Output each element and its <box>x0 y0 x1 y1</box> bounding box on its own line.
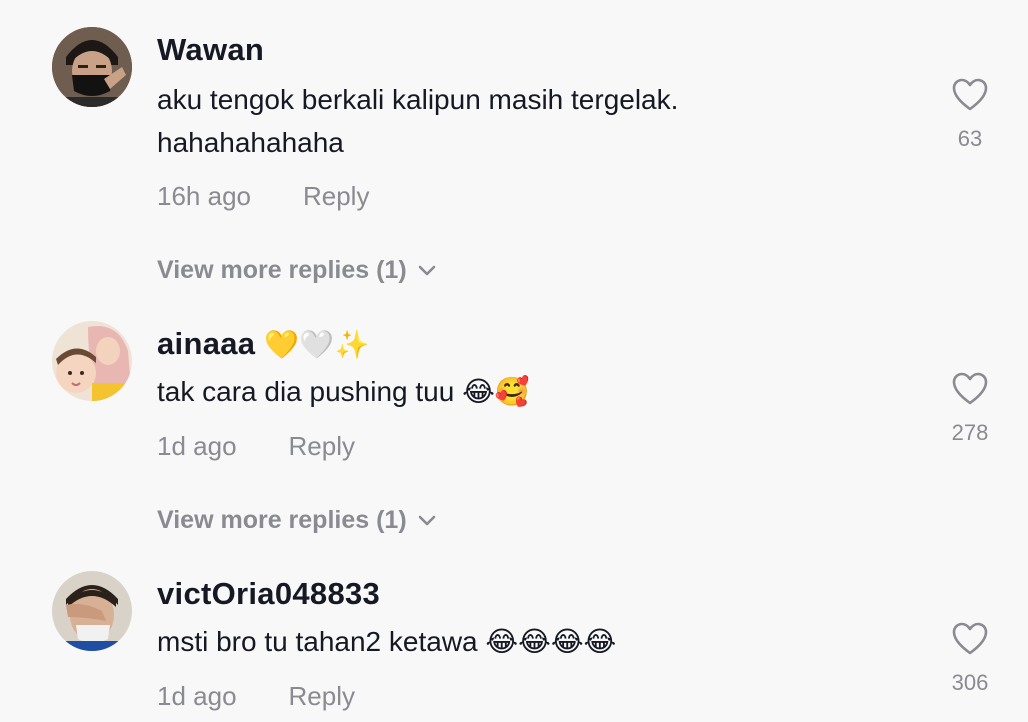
like-count: 278 <box>951 420 989 445</box>
comment-text-line: msti bro tu tahan2 ketawa <box>157 626 478 657</box>
avatar[interactable] <box>52 321 132 401</box>
heart-icon[interactable] <box>952 622 988 656</box>
like-count: 63 <box>957 126 983 151</box>
timestamp: 1d ago <box>157 431 237 461</box>
comment-text: msti bro tu tahan2 ketawa 😂😂😂😂 <box>157 620 877 663</box>
comment-text-line: tak cara dia pushing tuu <box>157 376 455 407</box>
heart-icon[interactable] <box>952 372 988 406</box>
comment-text: tak cara dia pushing tuu 😂🥰 <box>157 370 877 413</box>
comment-text-line: hahahahahaha <box>157 127 344 158</box>
avatar[interactable] <box>52 27 132 107</box>
username-emoji: 💛🤍✨ <box>264 328 370 361</box>
timestamp: 1d ago <box>157 681 237 711</box>
timestamp: 16h ago <box>157 181 251 211</box>
username[interactable]: Wawan <box>157 32 264 68</box>
comment-text: aku tengok berkali kalipun masih tergela… <box>157 78 877 164</box>
reply-button[interactable]: Reply <box>289 431 355 461</box>
view-more-replies-label: View more replies (1) <box>157 506 407 534</box>
masked-man-avatar-icon <box>52 27 132 107</box>
reply-button[interactable]: Reply <box>303 181 369 211</box>
comment-meta: 1d ago Reply <box>157 681 355 712</box>
comment-text-line: aku tengok berkali kalipun masih tergela… <box>157 84 679 115</box>
view-more-replies-label: View more replies (1) <box>157 256 407 284</box>
comment-emoji: 😂🥰 <box>462 375 530 408</box>
reply-button[interactable]: Reply <box>289 681 355 711</box>
woman-and-child-avatar-icon <box>52 321 132 401</box>
like-control: 63 <box>940 78 1000 152</box>
face-palm-avatar-icon <box>52 571 132 651</box>
heart-icon[interactable] <box>952 78 988 112</box>
comment-meta: 16h ago Reply <box>157 181 369 212</box>
chevron-down-icon <box>418 266 435 276</box>
view-more-replies-button[interactable]: View more replies (1) <box>157 506 437 535</box>
chevron-down-icon <box>418 516 435 526</box>
view-more-replies-button[interactable]: View more replies (1) <box>157 256 437 285</box>
like-control: 306 <box>940 622 1000 696</box>
username[interactable]: ainaaa 💛🤍✨ <box>157 326 370 362</box>
like-control: 278 <box>940 372 1000 446</box>
username-label: ainaaa <box>157 326 256 361</box>
comment-emoji: 😂😂😂😂 <box>485 625 617 658</box>
avatar[interactable] <box>52 571 132 651</box>
comment-meta: 1d ago Reply <box>157 431 355 462</box>
like-count: 306 <box>951 670 989 695</box>
username[interactable]: victOria048833 <box>157 576 380 612</box>
